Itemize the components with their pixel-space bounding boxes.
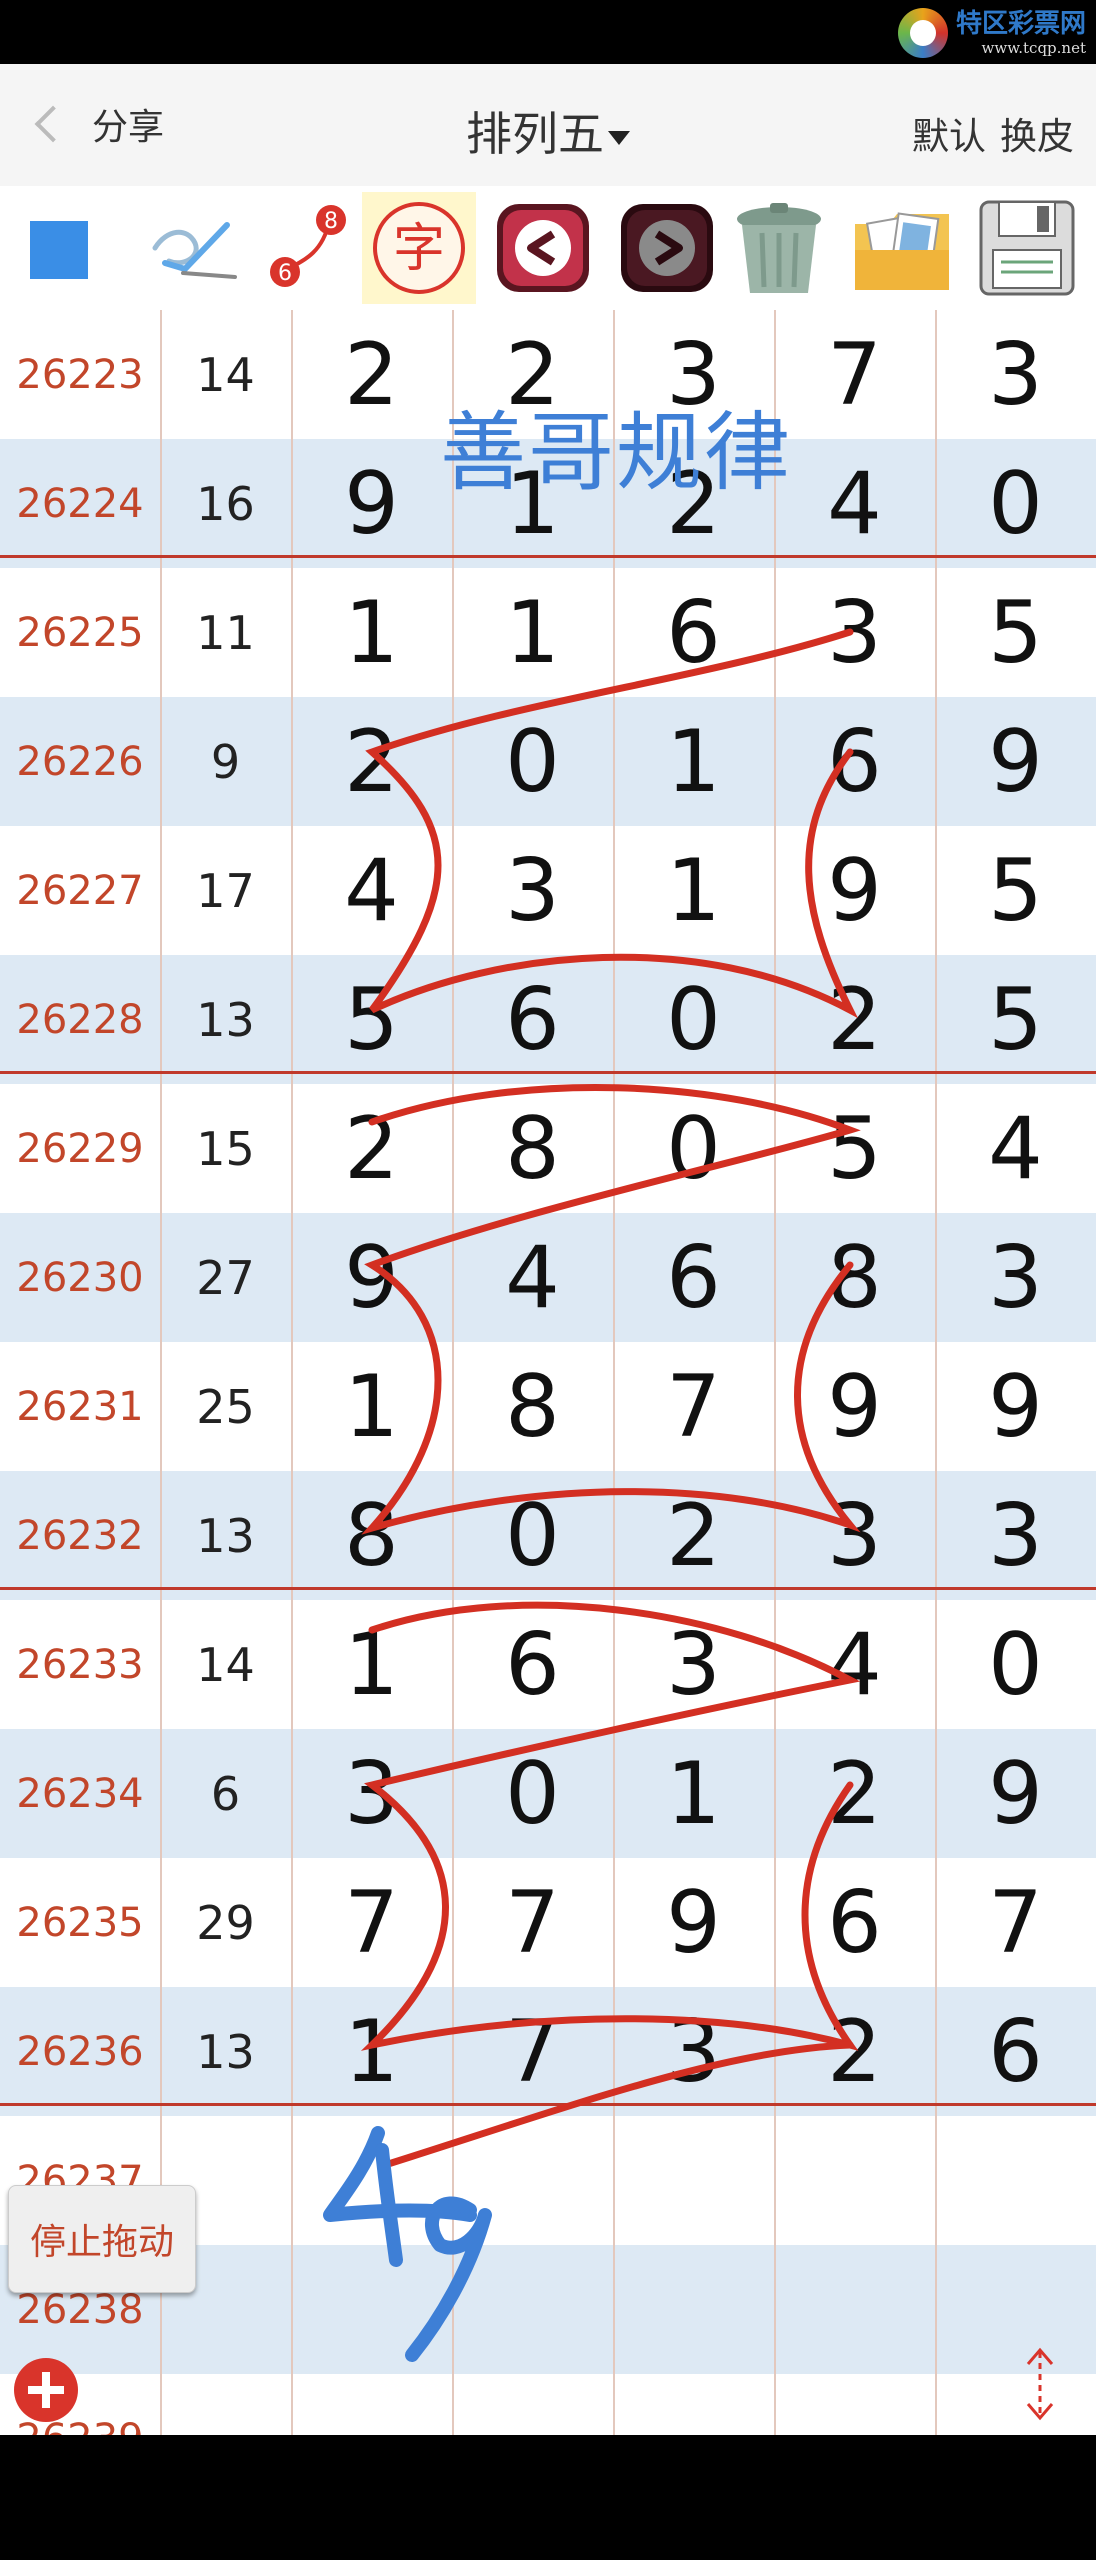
drawing-overlay: 49	[323, 628, 861, 2362]
color-square-tool[interactable]	[0, 192, 114, 304]
app-header: 分享 排列五 默认 换皮	[0, 64, 1096, 186]
image-button[interactable]	[846, 192, 960, 304]
pen-stroke-icon	[152, 222, 237, 279]
page-title: 排列五	[466, 107, 604, 161]
trend-grid[interactable]: 26223 14 2 2 3 7 3 26224 16 9 1 2 4 0 26225 11 1 1 6 3 5 2622…	[0, 310, 1096, 2435]
scroll-arrows-icon[interactable]	[1010, 2344, 1070, 2424]
brand-name: 特区彩票网	[955, 8, 1086, 39]
save-button[interactable]	[970, 192, 1084, 304]
undo-button[interactable]	[486, 192, 600, 304]
color-square-icon	[30, 221, 88, 279]
trash-button[interactable]	[722, 192, 836, 304]
connect-from-label: 6	[278, 261, 292, 286]
drawn-stroke	[365, 628, 859, 1019]
brand-url: www.tcqp.net	[981, 38, 1086, 57]
connect-line-icon: 8 6	[270, 205, 346, 287]
system-navigation-bar	[0, 2435, 1096, 2560]
floppy-disk-icon	[979, 200, 1075, 296]
arrow-right-icon	[621, 204, 713, 292]
drawing-toolbar: 8 6 字	[0, 186, 1096, 310]
text-tool-glyph: 字	[393, 219, 445, 279]
drawn-stroke	[360, 1601, 861, 2051]
stop-drag-button[interactable]: 停止拖动	[8, 2185, 196, 2293]
redo-button[interactable]	[610, 192, 724, 304]
photo-folder-icon	[855, 212, 949, 290]
drawn-stroke	[381, 2041, 854, 2169]
status-bar: 特区彩票网 www.tcqp.net	[0, 0, 1096, 64]
drawn-stroke	[361, 1084, 861, 1535]
pen-tool[interactable]	[134, 192, 248, 304]
change-skin-button[interactable]: 换皮	[1000, 115, 1074, 158]
brand-watermark: 特区彩票网 www.tcqp.net	[897, 6, 1086, 60]
caret-down-icon	[608, 130, 630, 145]
trash-icon	[737, 203, 821, 293]
default-button[interactable]: 默认	[912, 115, 986, 158]
handwritten-note	[323, 2126, 492, 2362]
text-tool[interactable]: 字	[362, 192, 476, 304]
connect-line-tool[interactable]: 8 6	[250, 192, 364, 304]
arrow-left-icon	[497, 204, 589, 292]
brand-logo-icon	[897, 8, 948, 58]
connect-to-label: 8	[324, 209, 338, 234]
text-char-icon: 字	[373, 202, 465, 294]
add-plus-icon[interactable]	[14, 2358, 78, 2422]
